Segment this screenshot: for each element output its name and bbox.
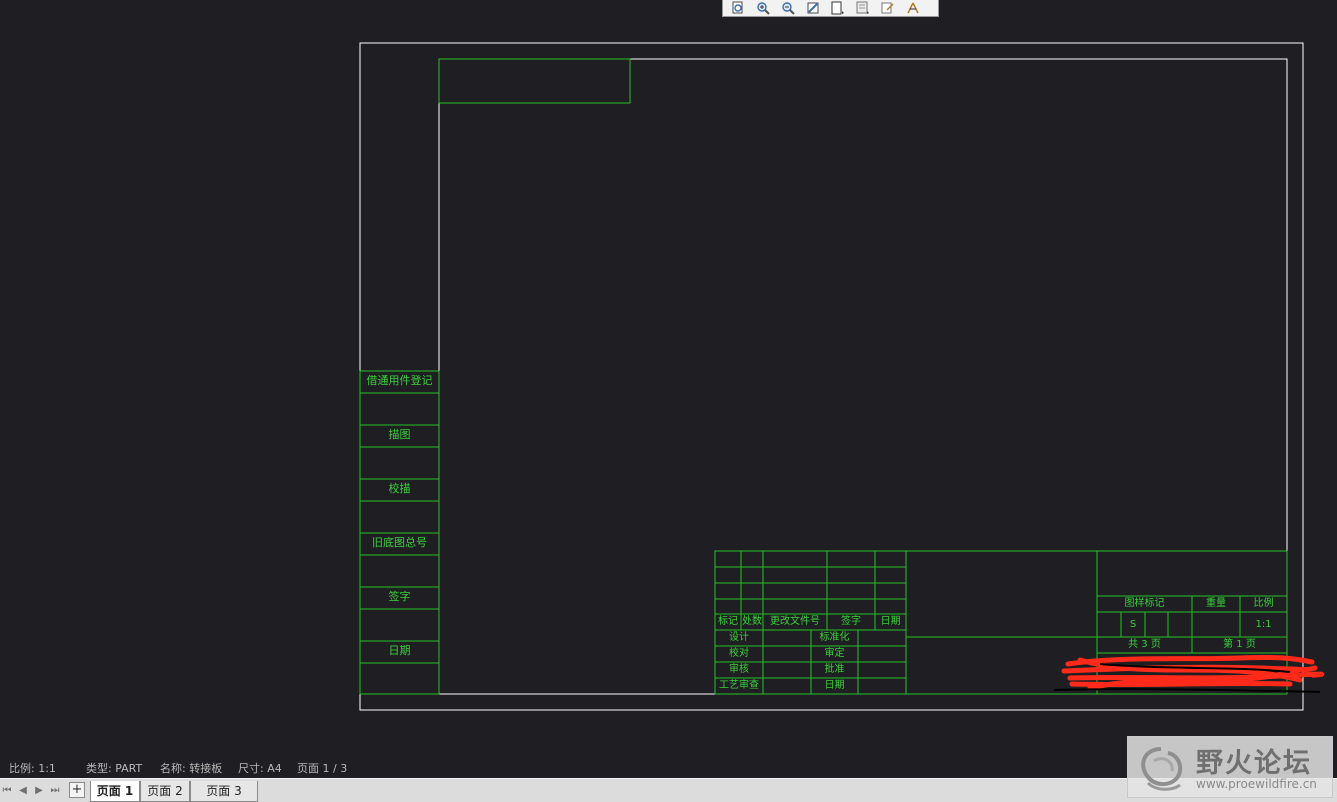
label-process-review: 工艺审查 xyxy=(719,680,759,691)
label-date: 日期 xyxy=(824,680,845,691)
watermark-url: www.proewildfire.cn xyxy=(1196,777,1317,791)
value-drawing-mark: S xyxy=(1129,619,1137,630)
side-label-signature: 签字 xyxy=(388,590,411,603)
forum-watermark: 野火论坛 www.proewildfire.cn xyxy=(1127,736,1333,798)
rev-header-signature: 签字 xyxy=(841,616,861,627)
tab-page-3[interactable]: 页面 3 xyxy=(190,781,258,802)
last-sheet-icon[interactable]: ⏭ xyxy=(48,784,62,798)
next-sheet-icon[interactable]: ▶ xyxy=(32,784,46,798)
label-design: 设计 xyxy=(729,632,749,643)
label-scale: 比例 xyxy=(1253,598,1274,609)
side-label-tracing: 描图 xyxy=(388,428,411,441)
label-audit: 审核 xyxy=(729,664,749,675)
watermark-title: 野火论坛 xyxy=(1196,748,1312,779)
label-weight: 重量 xyxy=(1206,598,1226,609)
watermark-logo-icon xyxy=(1141,747,1183,791)
side-label-standard-parts: 借通用件登记 xyxy=(366,374,433,387)
status-page: 页面 1 / 3 xyxy=(297,762,348,775)
status-size: 尺寸: A4 xyxy=(238,762,282,775)
tab-page-1[interactable]: 页面 1 xyxy=(90,781,140,802)
tab-page-2[interactable]: 页面 2 xyxy=(140,781,190,802)
label-drawing-mark: 图样标记 xyxy=(1124,598,1165,609)
drawing-sheet xyxy=(359,42,1325,711)
label-approve: 批准 xyxy=(824,664,845,675)
side-label-old-drawing-number: 旧底图总号 xyxy=(372,536,427,549)
add-sheet-button[interactable]: + xyxy=(69,782,85,798)
side-label-trace-check: 校描 xyxy=(388,482,411,495)
label-check: 校对 xyxy=(729,648,749,659)
rev-header-date: 日期 xyxy=(880,616,901,627)
side-label-date: 日期 xyxy=(388,644,411,657)
value-scale: 1:1 xyxy=(1255,619,1272,630)
rev-header-change-doc: 更改文件号 xyxy=(770,616,820,627)
prev-sheet-icon[interactable]: ◀ xyxy=(16,784,30,798)
label-standardize: 标准化 xyxy=(819,632,850,643)
label-review: 审定 xyxy=(824,648,845,659)
status-line: 比例: 1:1 类型: PART 名称: 转接板 尺寸: A4 页面 1 / 3 xyxy=(9,760,348,775)
value-total-sheets: 共 3 页 xyxy=(1128,639,1161,650)
status-type: 类型: PART xyxy=(86,762,143,775)
rev-header-count: 处数 xyxy=(742,616,762,627)
first-sheet-icon[interactable]: ⏮ xyxy=(0,784,14,798)
status-scale: 比例: 1:1 xyxy=(9,762,56,775)
status-name: 名称: 转接板 xyxy=(160,762,223,775)
rev-header-mark: 标记 xyxy=(718,616,738,627)
value-sheet-number: 第 1 页 xyxy=(1223,639,1256,650)
redaction-scribble xyxy=(1061,654,1325,691)
